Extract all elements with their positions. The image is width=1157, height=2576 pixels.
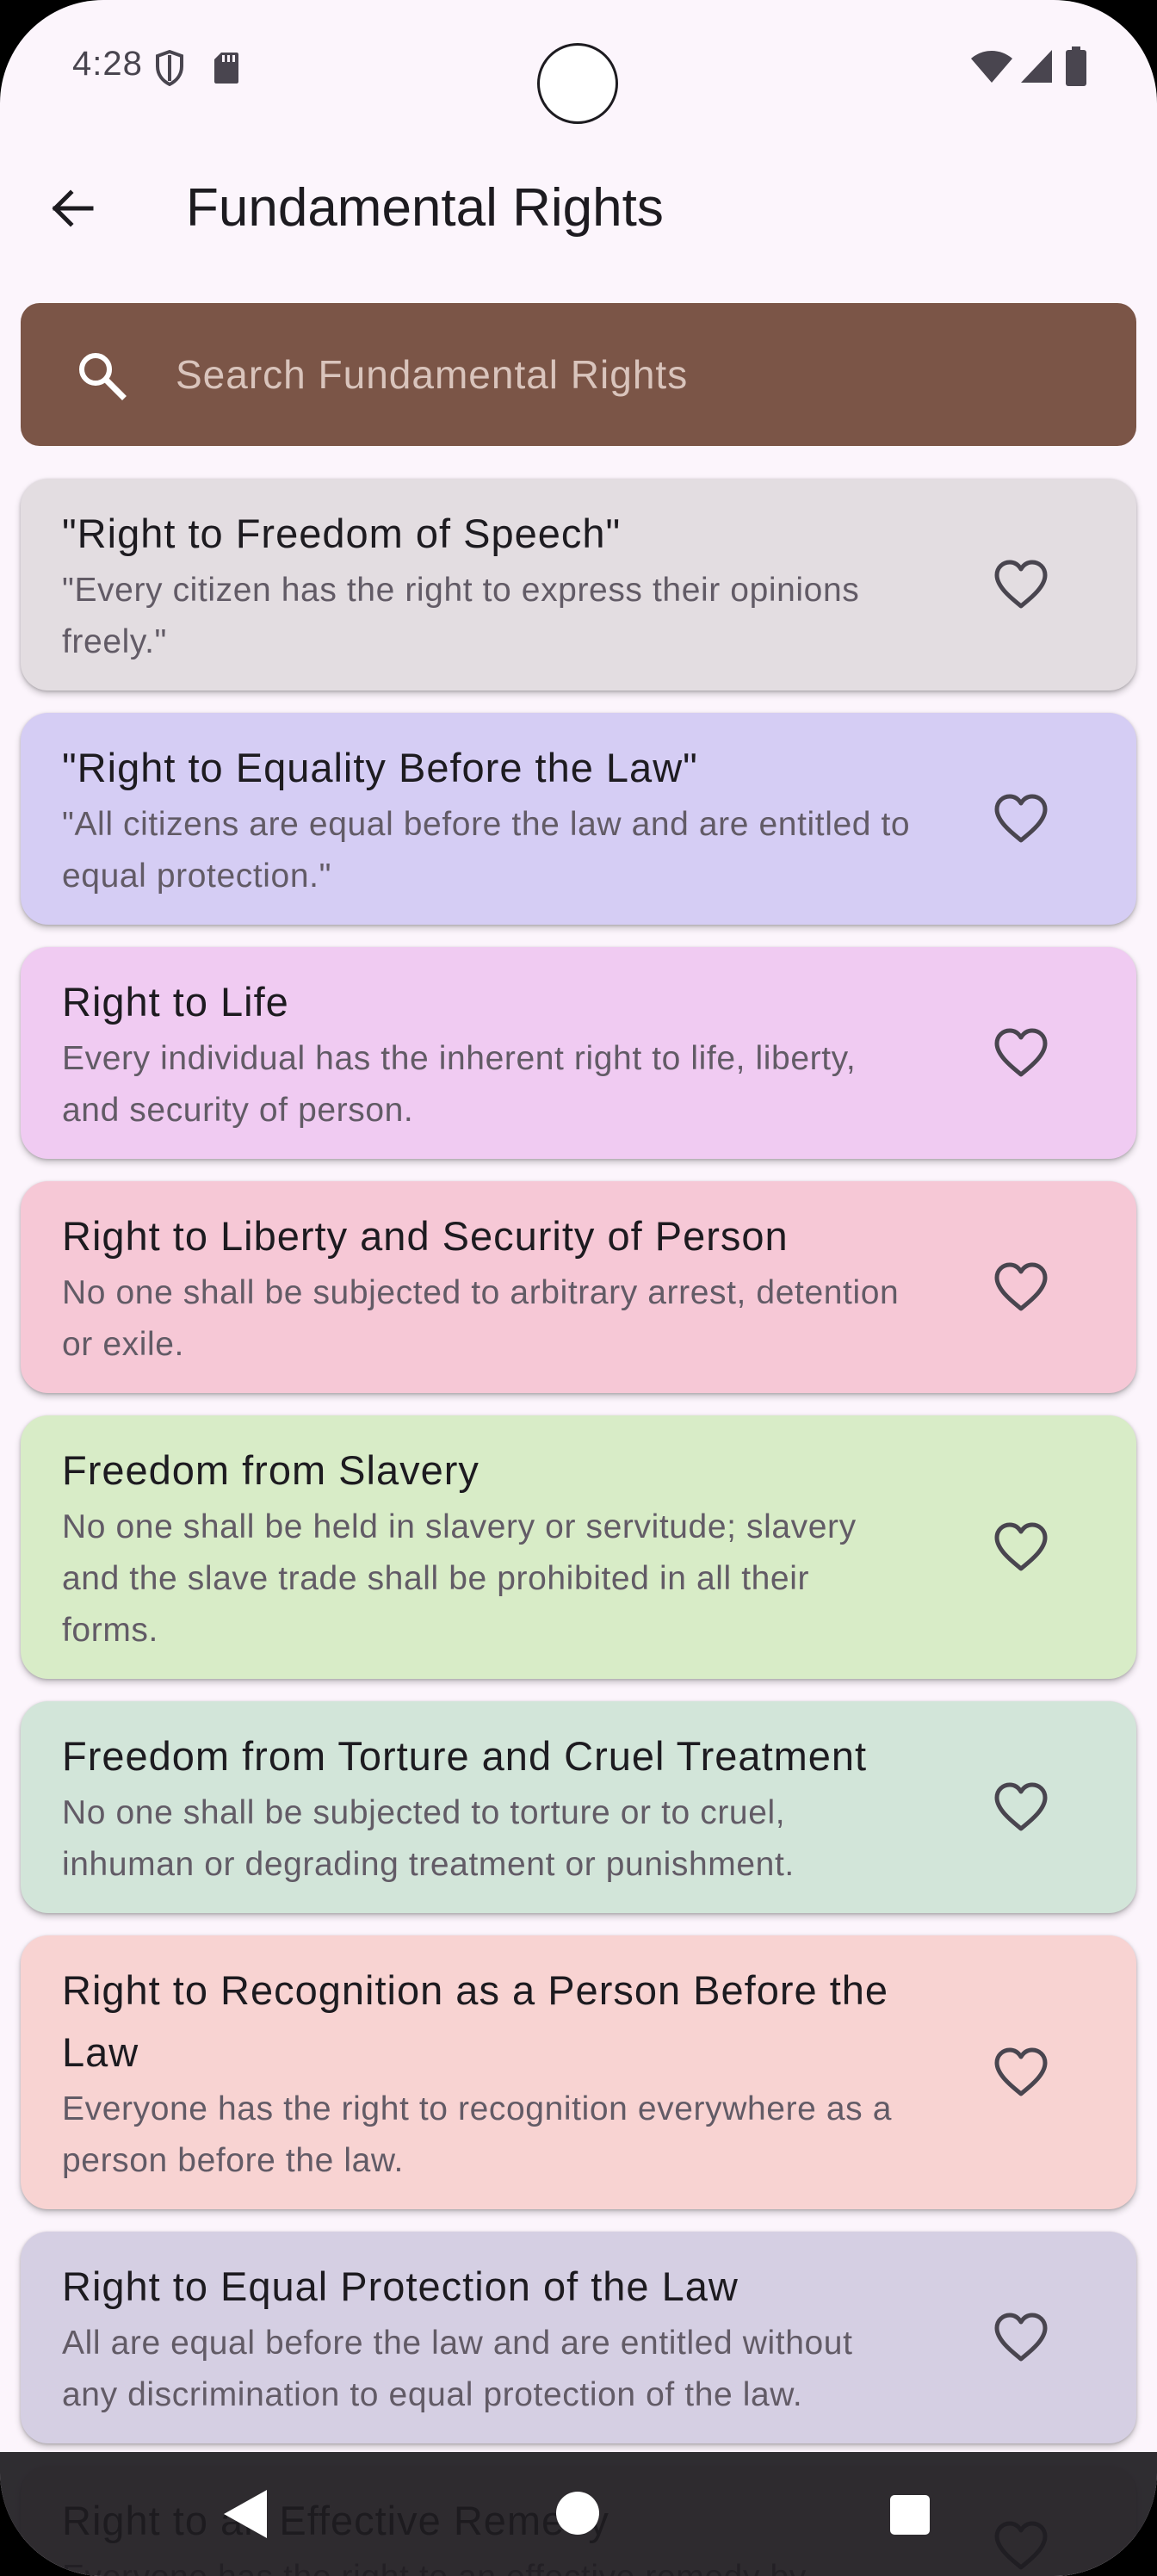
nav-back-icon[interactable] bbox=[220, 2486, 272, 2542]
right-description: "Every citizen has the right to express … bbox=[62, 572, 860, 660]
right-title: Freedom from Torture and Cruel Treatment bbox=[62, 1733, 868, 1779]
battery-icon bbox=[1066, 46, 1086, 86]
right-description: Everyone has the right to recognition ev… bbox=[62, 2090, 892, 2179]
right-description: No one shall be subjected to torture or … bbox=[62, 1794, 795, 1883]
right-description: Every individual has the inherent right … bbox=[62, 1040, 857, 1129]
shield-icon bbox=[156, 50, 183, 86]
status-time: 4:28 bbox=[72, 45, 143, 83]
right-title: Freedom from Slavery bbox=[62, 1447, 480, 1493]
heart-outline-icon bbox=[994, 1522, 1048, 1571]
back-button[interactable] bbox=[38, 174, 107, 243]
right-card[interactable]: "Right to Equality Before the Law" "All c… bbox=[21, 713, 1136, 925]
screen: 4:28 Fundamental Rights Search Fundament… bbox=[0, 0, 1157, 2576]
right-card[interactable]: Right to Life Every individual has the in… bbox=[21, 947, 1136, 1159]
favorite-button[interactable] bbox=[987, 784, 1055, 853]
right-title: "Right to Freedom of Speech" bbox=[62, 511, 622, 556]
right-title: Right to Recognition as a Person Before … bbox=[62, 1967, 889, 2075]
right-card[interactable]: "Right to Freedom of Speech" "Every citiz… bbox=[21, 479, 1136, 690]
favorite-button[interactable] bbox=[987, 1773, 1055, 1842]
right-title: Right to Liberty and Security of Person bbox=[62, 1213, 789, 1259]
search-icon bbox=[79, 353, 127, 400]
favorite-button[interactable] bbox=[987, 1513, 1055, 1582]
camera-cutout bbox=[537, 43, 618, 124]
favorite-button[interactable] bbox=[987, 2303, 1055, 2372]
search-input[interactable] bbox=[176, 337, 1088, 412]
navigation-bar bbox=[0, 2452, 1157, 2576]
heart-outline-icon bbox=[994, 2047, 1048, 2096]
signal-icon bbox=[1021, 50, 1052, 83]
right-card[interactable]: Right to Equal Protection of the Law All … bbox=[21, 2232, 1136, 2443]
right-card[interactable]: Freedom from Torture and Cruel Treatment… bbox=[21, 1701, 1136, 1913]
heart-outline-icon bbox=[994, 1028, 1048, 1077]
right-description: No one shall be subjected to arbitrary a… bbox=[62, 1274, 900, 1363]
heart-outline-icon bbox=[994, 1262, 1048, 1311]
right-card[interactable]: Right to Recognition as a Person Before … bbox=[21, 1935, 1136, 2209]
right-title: "Right to Equality Before the Law" bbox=[62, 745, 698, 790]
arrow-back-icon bbox=[52, 189, 94, 227]
wifi-icon bbox=[971, 51, 1012, 83]
favorite-button[interactable] bbox=[987, 1019, 1055, 1087]
app-bar: Fundamental Rights bbox=[0, 146, 1157, 270]
favorite-button[interactable] bbox=[987, 2038, 1055, 2107]
right-title: Right to Equal Protection of the Law bbox=[62, 2263, 739, 2309]
right-description: All are equal before the law and are ent… bbox=[62, 2325, 853, 2413]
rights-list: "Right to Freedom of Speech" "Every citiz… bbox=[21, 479, 1136, 2576]
heart-outline-icon bbox=[994, 560, 1048, 609]
favorite-button[interactable] bbox=[987, 550, 1055, 619]
nav-recents-button[interactable] bbox=[890, 2495, 930, 2535]
search-bar[interactable] bbox=[21, 303, 1136, 446]
heart-outline-icon bbox=[994, 2313, 1048, 2362]
right-description: No one shall be held in slavery or servi… bbox=[62, 1508, 857, 1649]
page-title: Fundamental Rights bbox=[186, 178, 664, 238]
right-card[interactable]: Right to Liberty and Security of Person N… bbox=[21, 1181, 1136, 1393]
favorite-button[interactable] bbox=[987, 1253, 1055, 1322]
heart-outline-icon bbox=[994, 1782, 1048, 1831]
right-description: "All citizens are equal before the law a… bbox=[62, 806, 911, 895]
sd-card-icon bbox=[214, 53, 238, 84]
nav-home-button[interactable] bbox=[556, 2492, 599, 2535]
status-bar: 4:28 bbox=[0, 0, 1157, 138]
right-card[interactable]: Freedom from Slavery No one shall be held… bbox=[21, 1415, 1136, 1679]
right-title: Right to Life bbox=[62, 979, 289, 1025]
heart-outline-icon bbox=[994, 794, 1048, 843]
